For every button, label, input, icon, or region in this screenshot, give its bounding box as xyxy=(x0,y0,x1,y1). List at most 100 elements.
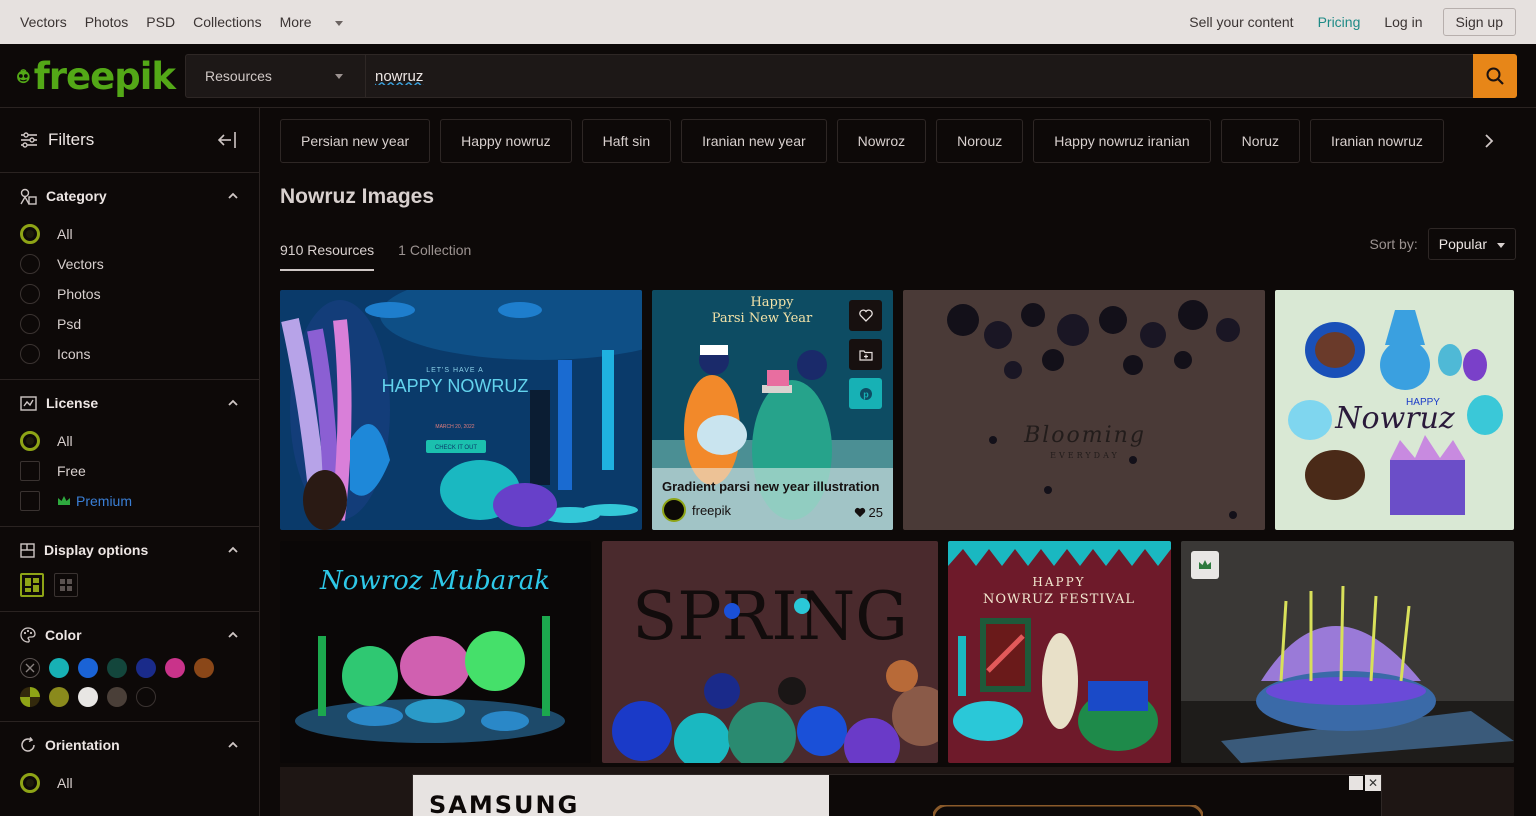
pinterest-icon: p xyxy=(859,387,872,400)
color-swatch-brown[interactable] xyxy=(194,658,214,678)
tab-resources[interactable]: 910 Resources xyxy=(280,242,375,271)
result-tabs: 910 Resources 1 Collection xyxy=(280,242,471,271)
masonry-layout-option[interactable] xyxy=(20,573,44,597)
card-text: Blooming xyxy=(1023,423,1146,448)
image-card-hovered[interactable]: Happy Parsi New Year p Gradient parsi ne… xyxy=(652,290,893,530)
ad-left-panel: SAMSUNG xyxy=(413,775,829,816)
tag-chip[interactable]: Haft sin xyxy=(581,119,672,163)
login-link[interactable]: Log in xyxy=(1384,14,1422,30)
chevron-up-icon xyxy=(228,192,238,199)
sell-content-link[interactable]: Sell your content xyxy=(1189,14,1293,30)
license-option-free[interactable]: Free xyxy=(0,456,259,486)
grid-layout-option[interactable] xyxy=(54,573,78,597)
tag-chip[interactable]: Iranian nowruz xyxy=(1310,119,1444,163)
radio-selected xyxy=(20,431,40,451)
color-header[interactable]: Color xyxy=(0,612,259,658)
option-label: All xyxy=(57,226,73,242)
ad-container[interactable]: SAMSUNG ✕ xyxy=(412,774,1382,816)
color-swatch-cyan[interactable] xyxy=(49,658,69,678)
color-swatch-gray[interactable] xyxy=(107,687,127,707)
top-nav-links: Vectors Photos PSD Collections More xyxy=(20,14,361,30)
orientation-header[interactable]: Orientation xyxy=(0,722,259,768)
header: freepik Resources xyxy=(0,44,1536,108)
collapse-sidebar-icon[interactable] xyxy=(217,131,237,149)
color-swatch-blue[interactable] xyxy=(78,658,98,678)
image-card[interactable]: SPRING xyxy=(602,541,938,763)
search-icon xyxy=(1486,67,1504,85)
save-to-collection-button[interactable] xyxy=(849,339,882,370)
color-swatch-none[interactable] xyxy=(20,658,40,678)
related-tags: Persian new year Happy nowruz Haft sin I… xyxy=(280,119,1516,163)
orientation-option-all[interactable]: All xyxy=(0,768,259,798)
search-button[interactable] xyxy=(1473,54,1517,98)
tag-chip[interactable]: Noruz xyxy=(1220,119,1301,163)
checkbox xyxy=(20,461,40,481)
display-options-header[interactable]: Display options xyxy=(0,527,259,573)
color-swatch-black[interactable] xyxy=(136,687,156,707)
image-card[interactable]: Blooming EVERYDAY xyxy=(903,290,1265,530)
image-card[interactable]: Nowroz Mubarak xyxy=(280,541,591,763)
chevron-right-icon xyxy=(1485,134,1494,148)
nav-more-menu[interactable]: More xyxy=(280,14,344,30)
tags-next-button[interactable] xyxy=(1462,119,1516,163)
like-button[interactable] xyxy=(849,300,882,331)
category-option-vectors[interactable]: Vectors xyxy=(0,249,259,279)
filters-icon xyxy=(21,132,37,148)
color-swatch-multicolor[interactable] xyxy=(20,687,40,707)
like-count-value: 25 xyxy=(868,505,883,520)
tag-chip[interactable]: Persian new year xyxy=(280,119,431,163)
nav-photos-link[interactable]: Photos xyxy=(85,14,129,30)
nav-collections-link[interactable]: Collections xyxy=(193,14,261,30)
crown-icon xyxy=(1199,560,1211,569)
color-swatch-olive[interactable] xyxy=(49,687,69,707)
category-option-psd[interactable]: Psd xyxy=(0,309,259,339)
card-image xyxy=(1181,541,1514,763)
license-option-premium[interactable]: Premium xyxy=(0,486,259,516)
card-text: Nowroz Mubarak xyxy=(319,566,550,596)
svg-text:p: p xyxy=(863,389,869,399)
tag-chip[interactable]: Happy nowruz xyxy=(440,119,572,163)
category-option-icons[interactable]: Icons xyxy=(0,339,259,369)
license-icon xyxy=(20,395,37,411)
pinterest-button[interactable]: p xyxy=(849,378,882,409)
heart-outline-icon xyxy=(858,309,873,322)
category-icon xyxy=(20,188,37,205)
tag-chip[interactable]: Happy nowruz iranian xyxy=(1033,119,1211,163)
color-swatch-white[interactable] xyxy=(78,687,98,707)
nav-more-label: More xyxy=(279,14,312,30)
color-swatch-pink[interactable] xyxy=(165,658,185,678)
masonry-grid-icon xyxy=(25,578,39,592)
search-input[interactable] xyxy=(375,64,1465,88)
image-card[interactable]: LET'S HAVE A HAPPY NOWRUZ MARCH 20, 2022… xyxy=(280,290,642,530)
option-label: Photos xyxy=(57,286,101,302)
tag-chip[interactable]: Norouz xyxy=(936,119,1024,163)
pricing-link[interactable]: Pricing xyxy=(1318,14,1361,30)
tab-collections[interactable]: 1 Collection xyxy=(398,242,471,271)
category-header[interactable]: Category xyxy=(0,173,259,219)
image-card-premium[interactable] xyxy=(1181,541,1514,763)
color-swatch-dark-green[interactable] xyxy=(107,658,127,678)
color-swatch-navy[interactable] xyxy=(136,658,156,678)
category-option-photos[interactable]: Photos xyxy=(0,279,259,309)
radio xyxy=(20,254,40,274)
palette-icon xyxy=(20,627,36,643)
nav-vectors-link[interactable]: Vectors xyxy=(20,14,67,30)
image-card[interactable]: HAPPY NOWRUZ FESTIVAL xyxy=(948,541,1171,763)
category-option-all[interactable]: All xyxy=(0,219,259,249)
adchoices-icon[interactable] xyxy=(1349,776,1363,790)
tag-chip[interactable]: Iranian new year xyxy=(681,119,827,163)
image-card[interactable]: HAPPY Nowruz xyxy=(1275,290,1514,530)
tag-chip[interactable]: Nowroz xyxy=(836,119,927,163)
sort-select[interactable]: Popular xyxy=(1427,228,1516,260)
card-image: SPRING xyxy=(602,541,938,763)
resource-type-select[interactable]: Resources xyxy=(186,55,366,97)
card-image: HAPPY Nowruz xyxy=(1275,290,1514,530)
license-header[interactable]: License xyxy=(0,380,259,426)
nav-psd-link[interactable]: PSD xyxy=(146,14,175,30)
ad-brand-logo: SAMSUNG xyxy=(429,791,580,816)
card-author[interactable]: freepik xyxy=(662,498,883,522)
freepik-logo[interactable]: freepik xyxy=(15,54,176,98)
signup-button[interactable]: Sign up xyxy=(1442,8,1516,36)
license-option-all[interactable]: All xyxy=(0,426,259,456)
close-ad-button[interactable]: ✕ xyxy=(1365,775,1381,791)
